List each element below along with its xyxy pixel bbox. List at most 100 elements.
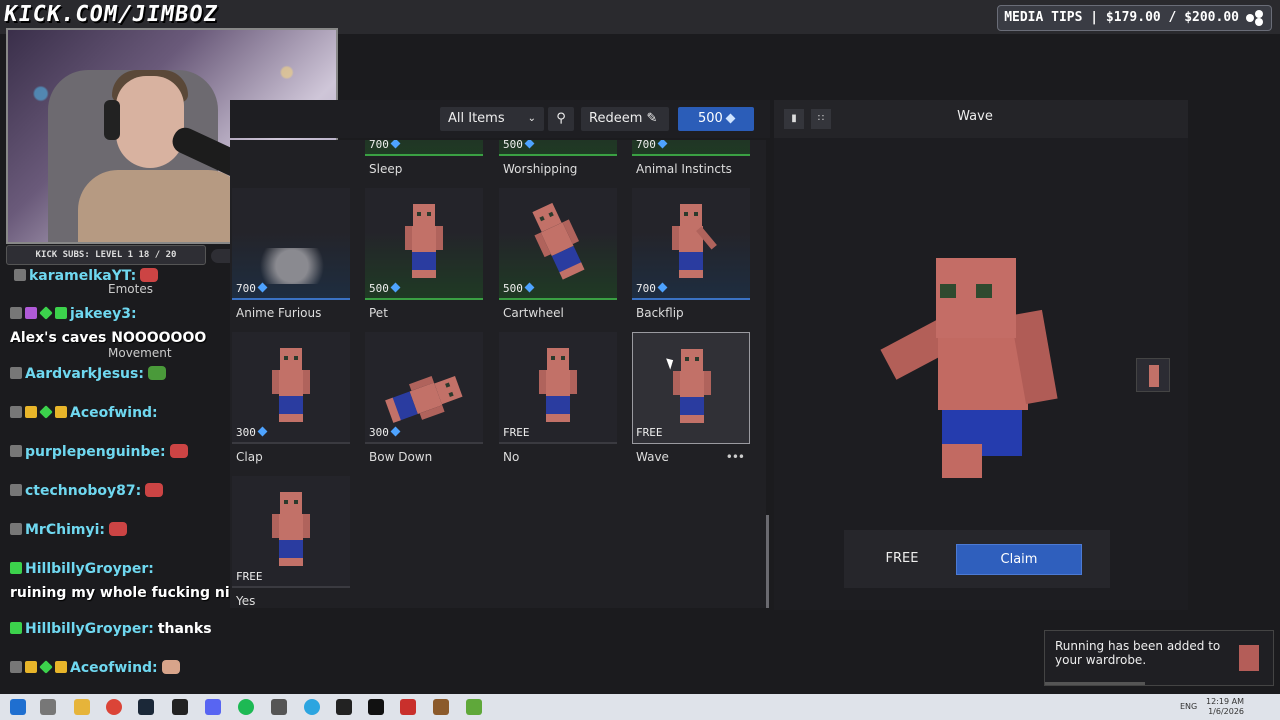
chrome-icon[interactable]: [106, 699, 122, 715]
steam-icon[interactable]: [138, 699, 154, 715]
notification-toast: Running has been added to your wardrobe.: [1044, 630, 1274, 686]
redeem-button[interactable]: Redeem ✎: [581, 107, 669, 131]
avatar-icon: [10, 523, 22, 535]
verified-icon: [55, 307, 67, 319]
gem-icon: [524, 140, 535, 149]
chat-text: Alex's caves NOOOOOOO: [10, 330, 207, 346]
crown-badge-icon: [55, 406, 67, 418]
emote-name: Worshipping: [503, 162, 578, 176]
grid-view-icon[interactable]: ∷: [811, 109, 831, 129]
emote-name: Sleep: [369, 162, 403, 176]
price-tag: FREE: [503, 426, 530, 439]
avatar-icon: [10, 367, 22, 379]
chat-username: jakeey3:: [70, 306, 137, 322]
emote-name: Backflip: [636, 306, 684, 320]
search-button[interactable]: ⚲: [548, 107, 574, 131]
kick-subs-text: KICK SUBS: LEVEL 1 18 / 20: [35, 250, 177, 260]
terminal-icon[interactable]: [172, 699, 188, 715]
chat-text: ruining my whole fucking night: [10, 585, 257, 601]
lock-icon[interactable]: ▮: [784, 109, 804, 129]
chat-message: AardvarkJesus:: [10, 366, 166, 382]
emote-name: Cartwheel: [503, 306, 564, 320]
file-explorer-icon[interactable]: [74, 699, 90, 715]
minecraft-icon[interactable]: [466, 699, 482, 715]
emote-name: Pet: [369, 306, 388, 320]
gem-icon: [524, 282, 535, 293]
telegram-icon[interactable]: [304, 699, 320, 715]
gem-icon: [257, 426, 268, 437]
media-icon: [1246, 10, 1263, 26]
emote-name: Anime Furious: [236, 306, 322, 320]
avatar-icon: [10, 484, 22, 496]
gem-icon: [257, 282, 268, 293]
price-tag: 500: [503, 282, 535, 295]
chat-message: purplepenguinbe:: [10, 444, 188, 460]
gem-icon: [390, 282, 401, 293]
emote-icon: [145, 483, 164, 497]
character-preview[interactable]: [880, 258, 1058, 478]
price-tag: FREE: [636, 426, 663, 439]
task-view-icon[interactable]: [40, 699, 56, 715]
emote-icon: [109, 522, 127, 536]
price-tag: 700: [236, 282, 268, 295]
toast-progress: [1045, 682, 1145, 685]
clock-date: 1/6/2026: [1208, 707, 1244, 716]
emote-icon: [161, 660, 180, 674]
redeem-label: Redeem: [589, 111, 643, 126]
emote-name: Bow Down: [369, 450, 433, 464]
discord-icon[interactable]: [205, 699, 221, 715]
avatar-icon: [14, 269, 26, 281]
side-menu-movement[interactable]: Movement: [108, 346, 172, 360]
gem-badge-icon: [39, 306, 53, 320]
more-options-icon[interactable]: •••: [726, 450, 745, 464]
chat-username: ctechnoboy87:: [25, 483, 142, 499]
windows-start-icon[interactable]: [10, 699, 26, 715]
emote-grid: 700 Sleep 500 Worshipping 700 Animal Ins…: [230, 140, 766, 608]
filter-dropdown[interactable]: All Items ⌄: [440, 107, 544, 131]
side-menu-emotes[interactable]: Emotes: [108, 282, 153, 296]
kick-subs-goal: KICK SUBS: LEVEL 1 18 / 20: [6, 245, 243, 265]
emote-name: Wave: [636, 450, 669, 464]
balance-value: 500: [698, 111, 723, 126]
balance-button[interactable]: 500: [678, 107, 754, 131]
preview-title: Wave: [957, 109, 993, 124]
spotify-icon[interactable]: [238, 699, 254, 715]
grid-scrollbar[interactable]: [766, 515, 769, 608]
gem-icon: [390, 140, 401, 149]
emote-name: No: [503, 450, 520, 464]
taskbar: ENG 12:19 AM 1/6/2026: [0, 694, 1280, 720]
chat-message: HillbillyGroyper: thanks: [10, 621, 212, 637]
media-tips-text: MEDIA TIPS | $179.00 / $200.00: [1004, 10, 1239, 25]
emote-name: Animal Instincts: [636, 162, 732, 176]
edit-icon: ✎: [646, 111, 658, 126]
claim-button[interactable]: Claim: [956, 544, 1082, 575]
app-icon[interactable]: [336, 699, 352, 715]
emote-icon: [147, 366, 166, 380]
search-icon: ⚲: [556, 111, 566, 126]
filezilla-icon[interactable]: [400, 699, 416, 715]
toast-text: Running has been added to your wardrobe.: [1055, 639, 1221, 667]
outfit-thumbnail[interactable]: [1136, 358, 1170, 392]
gem-icon: [725, 113, 736, 124]
chat-username: Aceofwind:: [70, 660, 158, 676]
clock-time: 12:19 AM: [1206, 697, 1244, 706]
price-tag: 300: [369, 426, 401, 439]
chat-username: Aceofwind:: [70, 405, 158, 421]
minecraft-launcher-icon[interactable]: [433, 699, 449, 715]
language-indicator[interactable]: ENG: [1180, 702, 1197, 711]
media-tips-goal: MEDIA TIPS | $179.00 / $200.00: [997, 5, 1272, 31]
filter-label: All Items: [448, 111, 505, 126]
gem-badge-icon: [39, 405, 53, 419]
app-icon[interactable]: [271, 699, 287, 715]
wardrobe-icon: [1239, 645, 1259, 671]
price-tag: 500: [369, 282, 401, 295]
chevron-down-icon: ⌄: [527, 113, 536, 124]
chat-username: HillbillyGroyper:: [25, 621, 154, 637]
avatar-icon: [10, 661, 22, 673]
price-tag: FREE: [236, 570, 263, 583]
chat-message: ctechnoboy87:: [10, 483, 164, 499]
capcut-icon[interactable]: [368, 699, 384, 715]
chat-message: HillbillyGroyper:: [10, 561, 154, 577]
gem-badge-icon: [39, 660, 53, 674]
clock[interactable]: 12:19 AM 1/6/2026: [1200, 697, 1244, 717]
